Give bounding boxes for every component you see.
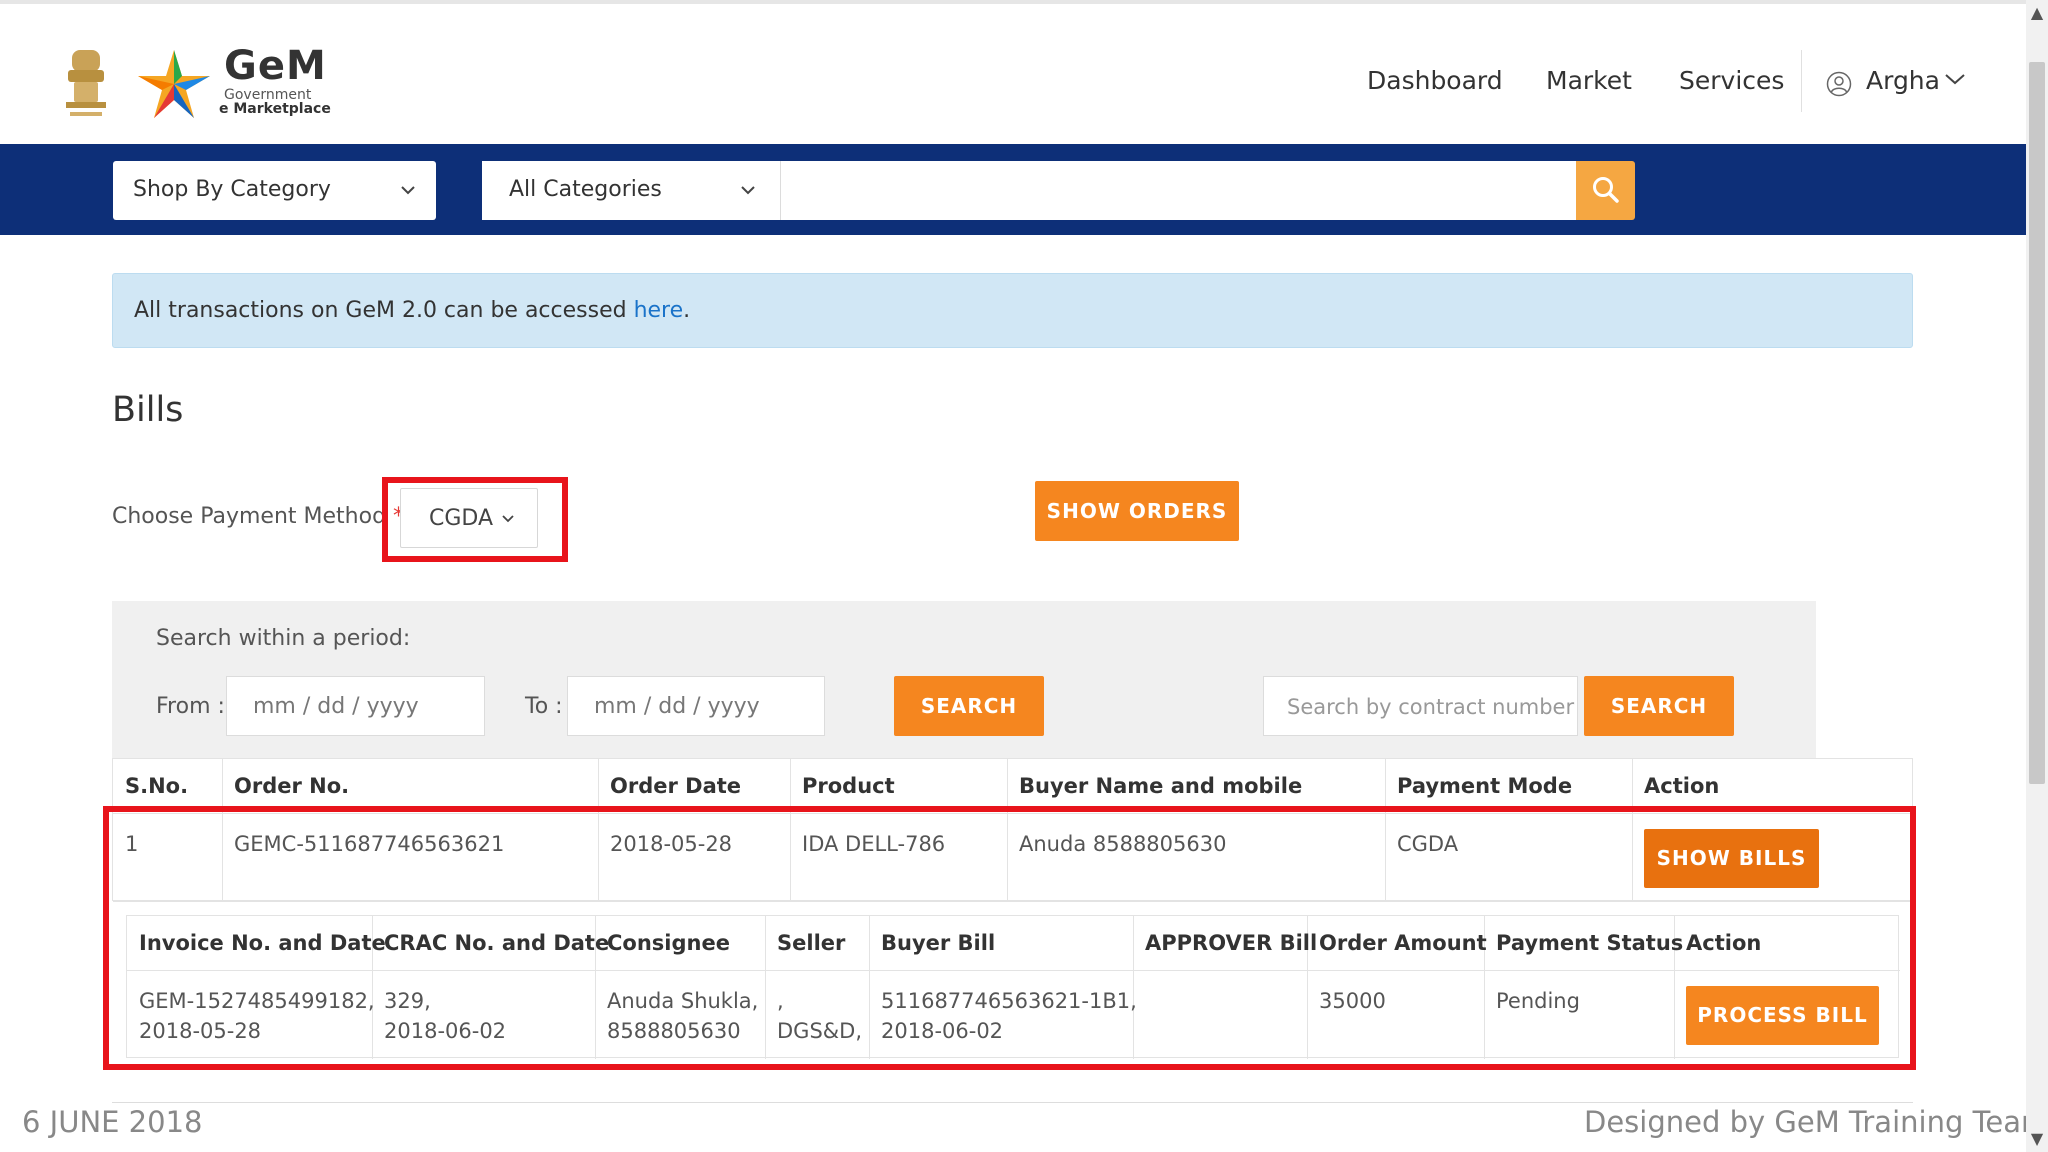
to-label: To :	[525, 694, 563, 719]
col-header-action: Action	[1644, 774, 1720, 798]
info-alert: All transactions on GeM 2.0 can be acces…	[112, 273, 1913, 348]
payment-method-label: Choose Payment Method *	[112, 504, 405, 529]
nav-divider	[1801, 50, 1802, 112]
col-header-sno: S.No.	[125, 774, 189, 798]
all-categories-dropdown[interactable]: All Categories	[482, 161, 781, 220]
gem-logo-title: GeM	[224, 43, 327, 89]
shop-by-category-dropdown[interactable]: Shop By Category	[113, 161, 436, 220]
col-header-buyer: Buyer Name and mobile	[1019, 774, 1303, 798]
search-button[interactable]	[1576, 161, 1635, 220]
nav-dashboard[interactable]: Dashboard	[1367, 66, 1503, 96]
contract-number-placeholder: Search by contract number	[1287, 695, 1575, 719]
period-search-button[interactable]: SEARCH	[894, 676, 1044, 736]
nav-services[interactable]: Services	[1679, 66, 1784, 96]
col-header-order-no: Order No.	[234, 774, 350, 798]
gem-logo-subtitle-marketplace: e Marketplace	[219, 101, 331, 117]
chevron-down-icon	[741, 186, 755, 195]
col-header-product: Product	[802, 774, 895, 798]
order-rows-highlight-box	[103, 806, 1916, 1070]
show-orders-button[interactable]: SHOW ORDERS	[1035, 481, 1239, 541]
alert-text: All transactions on GeM 2.0 can be acces…	[134, 298, 691, 323]
gem-star-icon	[138, 50, 210, 118]
vertical-scrollbar[interactable]: ▲ ▼	[2026, 0, 2048, 1152]
from-date-placeholder: mm / dd / yyyy	[253, 694, 419, 719]
period-label: Search within a period:	[156, 626, 411, 651]
to-date-placeholder: mm / dd / yyyy	[594, 694, 760, 719]
scrollbar-thumb[interactable]	[2029, 62, 2045, 784]
chevron-down-icon	[401, 186, 415, 195]
contract-number-search-input[interactable]: Search by contract number	[1263, 676, 1578, 736]
user-circle-icon[interactable]	[1826, 71, 1852, 97]
from-label: From :	[156, 694, 225, 719]
payment-method-highlight-box	[382, 477, 568, 562]
site-header: GeM Government e Marketplace Dashboard M…	[0, 4, 2026, 144]
footer-date: 6 JUNE 2018	[22, 1105, 203, 1139]
page-title: Bills	[112, 390, 184, 430]
footer-credit: Designed by GeM Training Team	[1584, 1105, 2048, 1139]
scroll-up-arrow-icon[interactable]: ▲	[2026, 2, 2048, 24]
all-categories-label: All Categories	[509, 177, 662, 202]
search-icon	[1593, 177, 1619, 203]
nav-market[interactable]: Market	[1546, 66, 1632, 96]
contract-search-button[interactable]: SEARCH	[1584, 676, 1734, 736]
scroll-down-arrow-icon[interactable]: ▼	[2026, 1128, 2048, 1150]
chevron-down-icon[interactable]	[1944, 70, 1966, 88]
col-header-order-date: Order Date	[610, 774, 742, 798]
shop-by-category-label: Shop By Category	[133, 177, 331, 202]
alert-here-link[interactable]: here	[634, 298, 684, 323]
from-date-input[interactable]: mm / dd / yyyy	[226, 676, 485, 736]
content-bottom-rule	[112, 1102, 1913, 1103]
to-date-input[interactable]: mm / dd / yyyy	[567, 676, 825, 736]
col-header-payment-mode: Payment Mode	[1397, 774, 1573, 798]
product-search-input[interactable]	[781, 161, 1576, 220]
national-emblem-icon	[66, 50, 106, 116]
user-menu-name[interactable]: Argha	[1866, 66, 1940, 96]
